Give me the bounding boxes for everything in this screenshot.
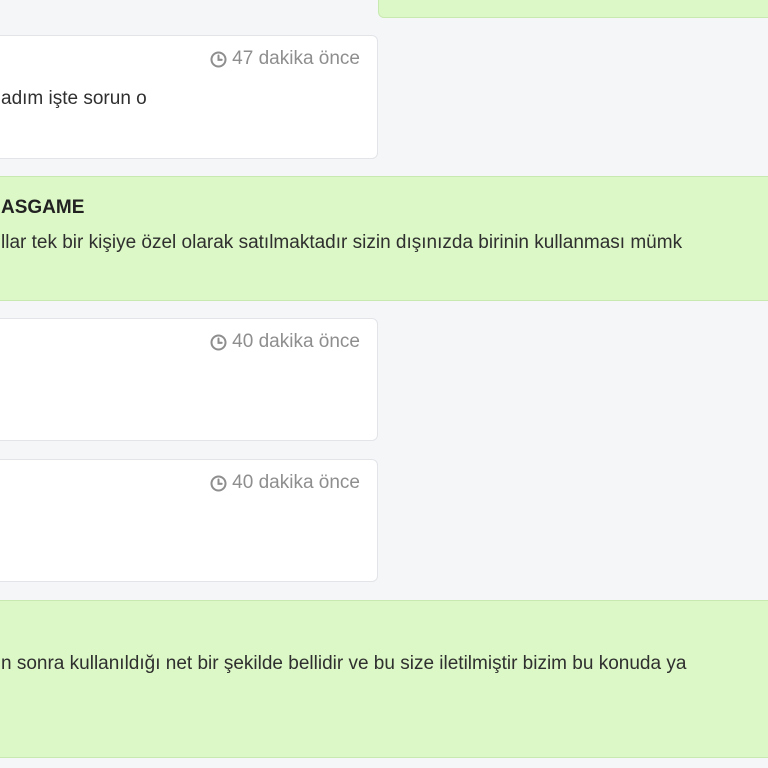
message-timestamp: 40 dakika önce (210, 331, 360, 353)
message-text: llar tek bir kişiye özel olarak satılmak… (1, 232, 683, 253)
agent-message-top (378, 0, 768, 18)
timestamp-text: 40 dakika önce (232, 331, 360, 352)
message-text: adım işte sorun o (1, 88, 147, 109)
timestamp-text: 40 dakika önce (232, 472, 360, 493)
user-message: 40 dakika önce (0, 318, 378, 441)
timestamp-text: 47 dakika önce (232, 48, 360, 69)
clock-icon (210, 333, 227, 351)
message-text: n sonra kullanıldığı net bir şekilde bel… (1, 653, 687, 674)
message-timestamp: 40 dakika önce (210, 472, 360, 494)
message-timestamp: 47 dakika önce (210, 48, 360, 70)
agent-message: ASGAME llar tek bir kişiye özel olarak s… (0, 176, 768, 301)
clock-icon (210, 474, 227, 492)
agent-message: n sonra kullanıldığı net bir şekilde bel… (0, 600, 768, 758)
user-message: 47 dakika önce adım işte sorun o (0, 35, 378, 159)
clock-icon (210, 50, 227, 68)
sender-name: ASGAME (1, 197, 85, 218)
user-message: 40 dakika önce (0, 459, 378, 582)
